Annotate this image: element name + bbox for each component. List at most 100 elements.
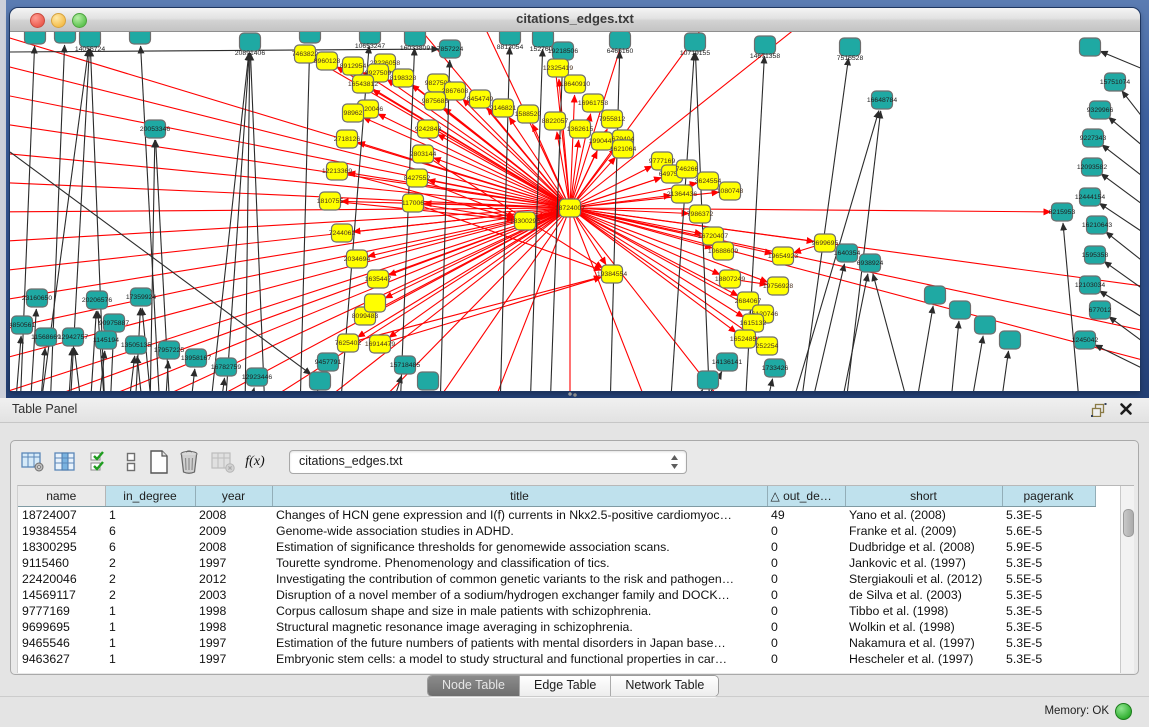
table-cell: 2 — [105, 587, 195, 603]
column-header-name[interactable]: name — [18, 486, 105, 507]
edge-line — [1063, 223, 1080, 391]
column-visibility-icon[interactable] — [51, 448, 79, 476]
table-settings-icon[interactable] — [19, 448, 47, 476]
edge-line — [40, 348, 45, 391]
combo-stepper-icon[interactable] — [670, 454, 679, 470]
graph-node[interactable] — [950, 301, 971, 319]
edge-line — [430, 208, 570, 391]
graph-node[interactable] — [405, 32, 426, 46]
graph-node[interactable] — [975, 316, 996, 334]
table-cell: Estimation of significance thresholds fo… — [272, 539, 767, 555]
graph-node[interactable] — [610, 32, 631, 49]
table-row[interactable]: 946362711997Embryonic stem cells: a mode… — [18, 651, 1095, 667]
table-cell: 9465546 — [18, 635, 105, 651]
table-cell: Changes of HCN gene expression and I(f) … — [272, 507, 767, 524]
function-builder-icon[interactable]: f(x) — [241, 448, 269, 476]
graph-node[interactable] — [25, 32, 46, 44]
split-pane-grip[interactable] — [567, 392, 579, 397]
edge-line — [385, 208, 570, 298]
graph-node[interactable] — [755, 36, 776, 54]
table-selector-dropdown[interactable]: citations_edges.txt — [289, 450, 687, 474]
column-header-out_de[interactable]: △ out_de… — [767, 486, 845, 507]
table-cell: 5.3E-5 — [1002, 587, 1095, 603]
graph-node-label: 1080748 — [717, 188, 744, 195]
column-header-year[interactable]: year — [195, 486, 272, 507]
table-scrollbar-thumb[interactable] — [1123, 509, 1134, 537]
edge-line — [570, 166, 652, 208]
graph-node-label: 14671358 — [750, 53, 780, 60]
graph-node-label: 8912954 — [340, 63, 367, 70]
table-row[interactable]: 2242004622012Investigating the contribut… — [18, 571, 1095, 587]
table-row[interactable]: 911546021997Tourette syndrome. Phenomeno… — [18, 555, 1095, 571]
graph-node-label: 13958167 — [181, 355, 211, 362]
table-row[interactable]: 946554611997Estimation of the future num… — [18, 635, 1095, 651]
graph-node[interactable] — [840, 38, 861, 56]
table-cell: 2 — [105, 555, 195, 571]
graph-node[interactable] — [240, 33, 261, 51]
table-cell: Yano et al. (2008) — [845, 507, 1002, 524]
graph-node-label: 746266 — [676, 166, 699, 173]
table-row[interactable]: 1872400712008Changes of HCN gene express… — [18, 507, 1095, 524]
table-cell: 2008 — [195, 539, 272, 555]
tab-network-table[interactable]: Network Table — [611, 676, 718, 696]
edge-line — [165, 361, 168, 391]
graph-node-label: 1595358 — [1082, 252, 1109, 259]
graph-node-label: 10653247 — [355, 43, 385, 50]
table-cell: 5.3E-5 — [1002, 507, 1095, 524]
graph-node-label: 8427552 — [404, 175, 431, 182]
column-header-in_degree[interactable]: in_degree — [105, 486, 195, 507]
table-row[interactable]: 1830029562008Estimation of significance … — [18, 539, 1095, 555]
table-cell: 2012 — [195, 571, 272, 587]
tab-edge-table[interactable]: Edge Table — [520, 676, 611, 696]
graph-node-label: 2034694 — [344, 256, 371, 263]
window-title: citations_edges.txt — [10, 11, 1140, 26]
table-cell: 0 — [767, 539, 845, 555]
tab-node-table[interactable]: Node Table — [428, 676, 520, 696]
graph-node[interactable] — [365, 294, 386, 312]
graph-node[interactable] — [685, 33, 706, 51]
graph-node[interactable] — [80, 32, 101, 47]
clear-selection-icon[interactable] — [117, 448, 145, 476]
network-canvas[interactable]: 1405572420891406106532471603380978572248… — [10, 32, 1140, 391]
column-header-title[interactable]: title — [272, 486, 767, 507]
graph-node[interactable] — [300, 32, 321, 43]
graph-node[interactable] — [533, 32, 554, 47]
graph-node[interactable] — [925, 286, 946, 304]
graph-node-label: 17359924 — [126, 294, 156, 301]
edge-line — [1000, 351, 1008, 391]
table-cell: Stergiakouli et al. (2012) — [845, 571, 1002, 587]
graph-node-label: 12325419 — [543, 65, 573, 72]
float-window-icon[interactable] — [1091, 403, 1107, 417]
edge-line — [1106, 232, 1140, 267]
table-cell: 1997 — [195, 635, 272, 651]
network-window-titlebar[interactable]: citations_edges.txt — [10, 8, 1140, 32]
table-row[interactable]: 969969511998Structural magnetic resonanc… — [18, 619, 1095, 635]
graph-node[interactable] — [130, 32, 151, 44]
table-body: 1872400712008Changes of HCN gene express… — [18, 507, 1095, 668]
row-selection-icon[interactable] — [85, 448, 113, 476]
table-cell: Tourette syndrome. Phenomenology and cla… — [272, 555, 767, 571]
graph-node[interactable] — [1000, 331, 1021, 349]
graph-node[interactable] — [310, 372, 331, 390]
graph-node[interactable] — [1080, 38, 1101, 56]
graph-node[interactable] — [698, 371, 719, 389]
table-row[interactable]: 977716911998Corpus callosum shape and si… — [18, 603, 1095, 619]
graph-node[interactable] — [55, 32, 76, 43]
graph-node[interactable] — [418, 372, 439, 390]
status-bar: Memory: OK — [0, 696, 1149, 727]
table-row[interactable]: 1938455462009Genome-wide association stu… — [18, 523, 1095, 539]
column-header-short[interactable]: short — [845, 486, 1002, 507]
desktop-edge — [0, 0, 6, 398]
column-header-pagerank[interactable]: pagerank — [1002, 486, 1095, 507]
memory-status-label: Memory: OK — [1044, 705, 1109, 717]
table-panel: Table Panel — [0, 398, 1149, 727]
table-scrollbar[interactable] — [1120, 486, 1134, 673]
delete-column-icon[interactable] — [175, 448, 203, 476]
graph-node-label: 1145194 — [93, 337, 119, 344]
new-column-icon[interactable] — [145, 448, 173, 476]
network-view[interactable]: 1405572420891406106532471603380978572248… — [10, 32, 1140, 391]
table-cell: Franke et al. (2009) — [845, 523, 1002, 539]
close-panel-icon[interactable] — [1119, 402, 1133, 416]
table-cell: Structural magnetic resonance image aver… — [272, 619, 767, 635]
table-row[interactable]: 1456911722003Disruption of a novel membe… — [18, 587, 1095, 603]
